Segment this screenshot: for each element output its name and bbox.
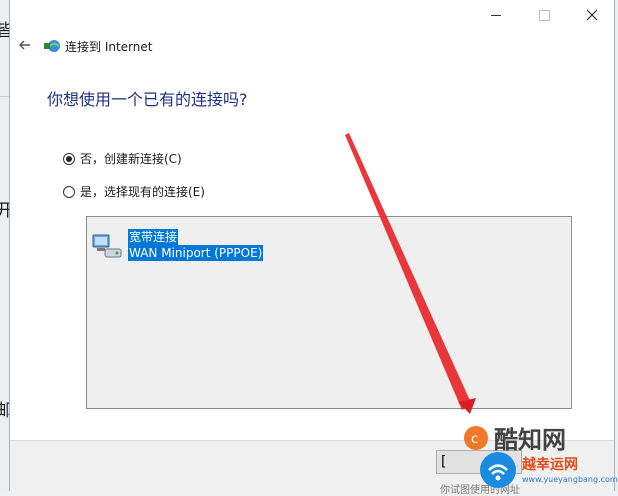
footer-button[interactable]: [ [436, 450, 522, 474]
connection-name: 宽带连接 [128, 229, 179, 245]
connection-device: WAN Miniport (PPPOE) [128, 245, 264, 261]
close-icon [586, 9, 598, 21]
network-icon [92, 234, 122, 258]
connect-dialog: 连接到 Internet 你想使用一个已有的连接吗? 否，创建新连接(C) 是，… [9, 0, 615, 496]
internet-connection-icon [44, 40, 60, 52]
maximize-button[interactable] [524, 3, 564, 27]
radio-use-existing[interactable] [63, 185, 75, 198]
option-create-new[interactable]: 否，创建新连接(C) [63, 150, 182, 167]
radio-create-new[interactable] [63, 152, 75, 165]
dialog-title: 连接到 Internet [65, 40, 153, 54]
option-create-new-label: 否，创建新连接(C) [80, 152, 182, 166]
option-use-existing[interactable]: 是，选择现有的连接(E) [63, 183, 205, 200]
option-use-existing-label: 是，选择现有的连接(E) [80, 185, 205, 199]
question-heading: 你想使用一个已有的连接吗? [47, 90, 248, 109]
maximize-icon [538, 9, 550, 21]
existing-connections-list[interactable]: 宽带连接 WAN Miniport (PPPOE) [86, 216, 572, 409]
minimize-button[interactable] [476, 3, 516, 27]
close-button[interactable] [572, 3, 612, 27]
back-arrow-icon[interactable] [16, 36, 34, 54]
list-item[interactable]: 宽带连接 WAN Miniport (PPPOE) [91, 229, 264, 261]
minimize-icon [491, 14, 501, 16]
footer-button-label: [ [441, 454, 447, 470]
background-footer-text: 你试图使用的网址 [440, 485, 520, 496]
dialog-footer: [ 你试图使用的网址 [10, 440, 614, 496]
